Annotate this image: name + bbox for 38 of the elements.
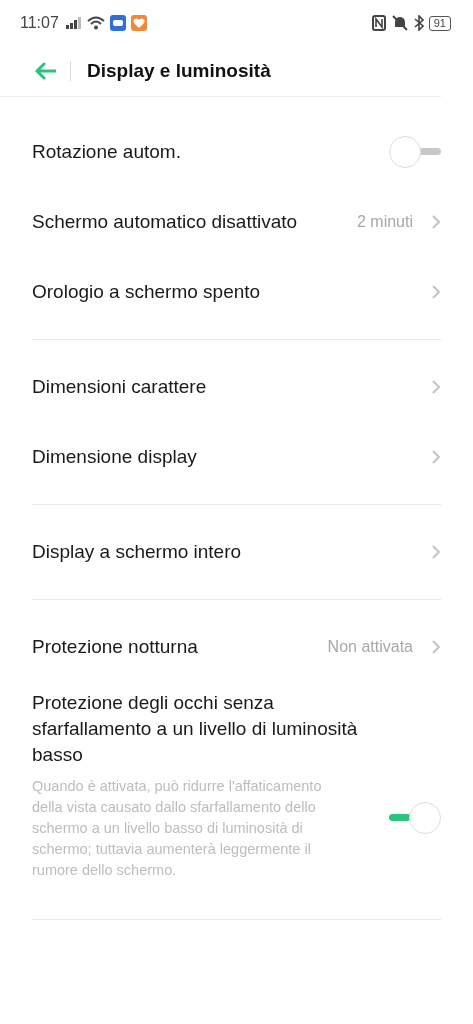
mute-bell-icon [390,15,409,31]
toggle-switch[interactable] [389,801,441,835]
setting-row[interactable]: Rotazione autom. [32,117,441,187]
page-title: Display e luminosità [87,60,271,82]
chevron-icon [431,379,441,395]
back-arrow-icon [34,62,56,80]
setting-value: 2 minuti [356,213,413,231]
chevron-icon [431,639,441,655]
heart-app-icon [130,15,147,31]
app-icon [109,15,126,31]
setting-value: Non attivata [327,638,413,656]
nfc-icon [371,15,386,31]
chevron-icon [431,544,441,560]
setting-row[interactable]: Protezione notturna Non attivata [32,612,441,682]
setting-label: Protezione degli occhi senza sfarfallamento a un livello di luminosità basso [32,691,359,767]
setting-label: Rotazione autom. [32,140,182,164]
setting-label: Schermo automatico disattivato [32,210,299,234]
setting-description: Quando è attivata, può ridurre l'affaticamento della vista causato dallo sfarfallamento dello schermo a un livello basso di luminosità di schermo; tuttavia aumenterà leggermente il rumore dello schermo. [32,777,323,880]
setting-label: Dimensione display [32,445,198,469]
setting-label: Display a schermo intero [32,540,243,564]
wifi-icon [86,16,105,30]
chevron-icon [431,214,441,230]
battery-indicator: 91 [428,15,451,31]
bluetooth-icon [413,15,424,31]
status-time: 11:07 [20,14,59,32]
setting-row[interactable]: Dimensioni carattere [32,352,441,422]
setting-row[interactable]: Dimensione display [32,422,441,492]
signal-icon [65,17,82,29]
chevron-icon [431,449,441,465]
setting-row[interactable]: Display a schermo intero [32,517,441,587]
chevron-icon [431,284,441,300]
setting-row[interactable]: Orologio a schermo spento [32,257,441,327]
setting-label: Dimensioni carattere [32,375,208,399]
setting-label: Orologio a schermo spento [32,280,262,304]
back-button[interactable] [34,62,56,80]
setting-label: Protezione notturna [32,635,199,659]
toggle-switch[interactable] [389,135,441,169]
setting-row[interactable]: Schermo automatico disattivato 2 minuti [32,187,441,257]
